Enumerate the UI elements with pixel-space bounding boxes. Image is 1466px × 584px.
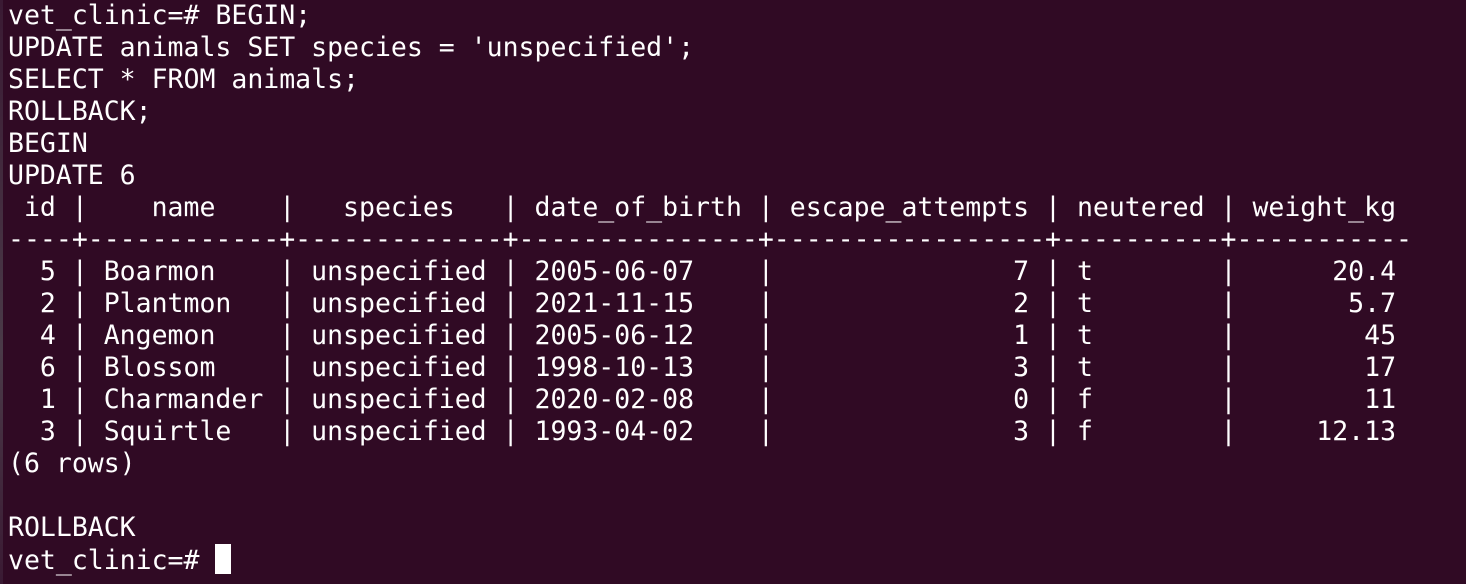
row-count: (6 rows) bbox=[8, 448, 136, 479]
output-line: BEGIN bbox=[8, 128, 88, 159]
rollback-output: ROLLBACK bbox=[8, 512, 136, 543]
table-row: 1 | Charmander | unspecified | 2020-02-0… bbox=[8, 384, 1397, 415]
command-line: SELECT * FROM animals; bbox=[8, 64, 359, 95]
table-row: 6 | Blossom | unspecified | 1998-10-13 |… bbox=[8, 352, 1397, 383]
command-line: vet_clinic=# BEGIN; bbox=[8, 0, 312, 31]
terminal-window[interactable]: vet_clinic=# BEGIN; UPDATE animals SET s… bbox=[0, 0, 1466, 584]
text-cursor[interactable] bbox=[215, 544, 232, 574]
prompt: vet_clinic=# bbox=[8, 545, 216, 576]
table-row: 2 | Plantmon | unspecified | 2021-11-15 … bbox=[8, 288, 1397, 319]
table-row: 3 | Squirtle | unspecified | 1993-04-02 … bbox=[8, 416, 1397, 447]
command-line: UPDATE animals SET species = 'unspecifie… bbox=[8, 32, 695, 63]
command-line: ROLLBACK; bbox=[8, 96, 152, 127]
table-row: 5 | Boarmon | unspecified | 2005-06-07 |… bbox=[8, 256, 1397, 287]
prompt-line[interactable]: vet_clinic=# bbox=[8, 544, 1466, 576]
table-header: id | name | species | date_of_birth | es… bbox=[8, 192, 1397, 223]
window-edge bbox=[0, 0, 3, 584]
output-line: UPDATE 6 bbox=[8, 160, 136, 191]
table-separator: ----+------------+-------------+--------… bbox=[8, 224, 1412, 255]
table-row: 4 | Angemon | unspecified | 2005-06-12 |… bbox=[8, 320, 1397, 351]
